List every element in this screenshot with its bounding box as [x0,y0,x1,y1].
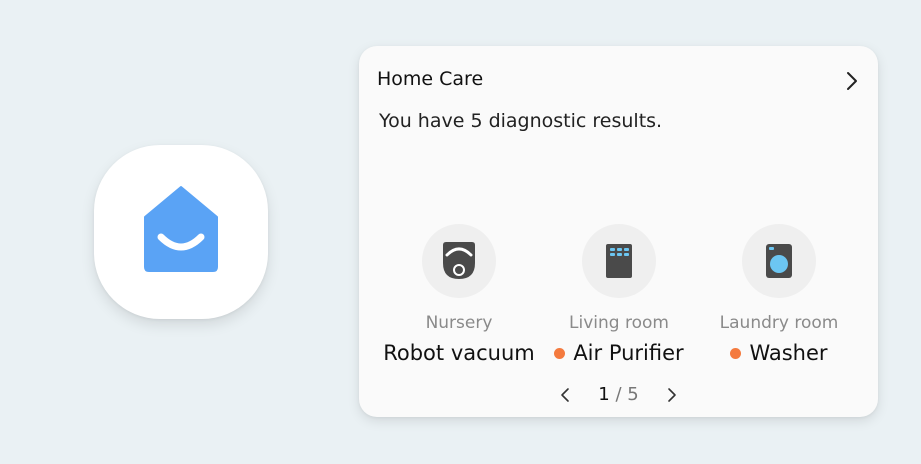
chevron-right-icon[interactable] [844,70,860,92]
chevron-right-icon[interactable] [665,386,679,404]
chevron-left-icon[interactable] [558,386,572,404]
status-dot [554,347,566,359]
device-name: Washer [749,341,828,365]
device-list: Nursery Robot vacuum Living room Air Pur… [379,224,878,374]
page-current: 1 [598,384,610,405]
device-room: Laundry room [719,313,839,333]
page-indicator: 1 / 5 [598,384,638,405]
device-name-row: Washer [699,341,859,365]
device-name-row: Robot vacuum [379,341,539,365]
card-title: Home Care [377,68,484,90]
device-icon-background [422,224,496,298]
washer-icon [766,244,792,278]
device-item-washer[interactable]: Laundry room Washer [699,224,859,365]
home-care-card[interactable]: Home Care You have 5 diagnostic results.… [359,46,878,417]
home-care-icon [144,186,218,272]
diagnostic-summary: You have 5 diagnostic results. [379,110,663,132]
robot-vacuum-icon [443,242,475,279]
pager: 1 / 5 [359,384,878,405]
device-name: Robot vacuum [383,341,535,365]
device-icon-background [742,224,816,298]
status-dot [730,347,742,359]
device-name-row: Air Purifier [539,341,699,365]
page-separator: / [615,384,622,405]
page-total: 5 [627,384,639,405]
device-room: Nursery [425,313,493,333]
device-name: Air Purifier [573,341,684,365]
device-item-air-purifier[interactable]: Living room Air Purifier [539,224,699,365]
device-item-robot-vacuum[interactable]: Nursery Robot vacuum [379,224,539,365]
device-room: Living room [569,313,669,333]
air-purifier-icon [606,244,632,278]
device-icon-background [582,224,656,298]
home-app-icon[interactable] [94,145,268,319]
